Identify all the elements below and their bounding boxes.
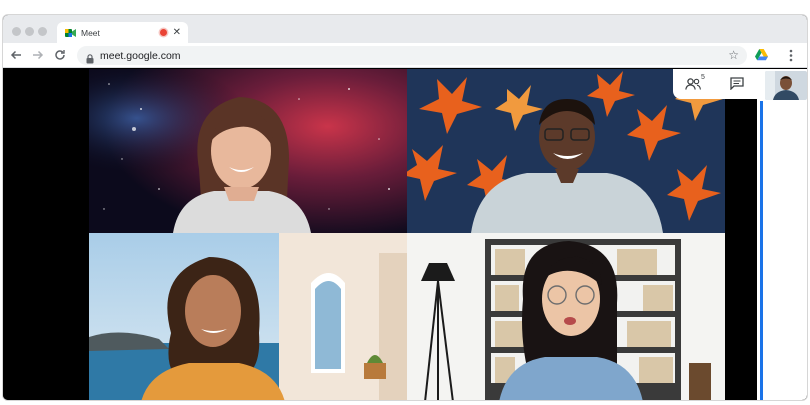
browser-toolbar: meet.google.com ☆ — [3, 43, 807, 68]
tab-close-icon[interactable]: ✕ — [173, 27, 181, 38]
participant-video-3 — [89, 233, 407, 400]
people-icon[interactable] — [685, 78, 701, 90]
participant-video-4 — [407, 233, 725, 400]
reload-button[interactable] — [52, 47, 68, 63]
drive-icon[interactable] — [755, 49, 768, 61]
menu-dots-icon[interactable] — [789, 49, 793, 62]
back-button[interactable] — [8, 47, 24, 63]
browser-window: Meet ✕ meet.google.com ☆ 5 — [2, 14, 808, 401]
self-view-tile[interactable] — [765, 71, 807, 100]
reload-icon — [55, 50, 65, 60]
url-text: meet.google.com — [100, 49, 181, 62]
back-arrow-icon — [10, 50, 21, 60]
tab-title: Meet — [81, 27, 100, 38]
self-view-video — [765, 71, 807, 100]
forward-button[interactable] — [30, 47, 46, 63]
tab-strip: Meet ✕ — [3, 15, 807, 43]
window-close-dot[interactable] — [12, 27, 21, 36]
participants-count: 5 — [701, 74, 705, 81]
participant-tile-4[interactable] — [407, 233, 725, 400]
meeting-stage — [3, 69, 807, 400]
participant-tile-1[interactable] — [89, 69, 407, 233]
side-panel — [757, 69, 807, 400]
forward-arrow-icon — [33, 50, 44, 60]
meet-favicon-icon — [65, 28, 76, 37]
window-minimize-dot[interactable] — [25, 27, 34, 36]
active-speaker-indicator — [760, 101, 763, 400]
participant-tile-3[interactable] — [89, 233, 407, 400]
meeting-top-controls: 5 — [673, 69, 759, 99]
recording-indicator-icon — [159, 29, 167, 36]
tab-meet[interactable]: Meet ✕ — [57, 22, 188, 43]
participant-video-1 — [89, 69, 407, 233]
lock-icon — [86, 51, 94, 63]
chat-icon[interactable] — [730, 77, 744, 90]
address-bar[interactable]: meet.google.com ☆ — [77, 46, 747, 65]
star-icon[interactable]: ☆ — [728, 48, 739, 62]
window-maximize-dot[interactable] — [38, 27, 47, 36]
